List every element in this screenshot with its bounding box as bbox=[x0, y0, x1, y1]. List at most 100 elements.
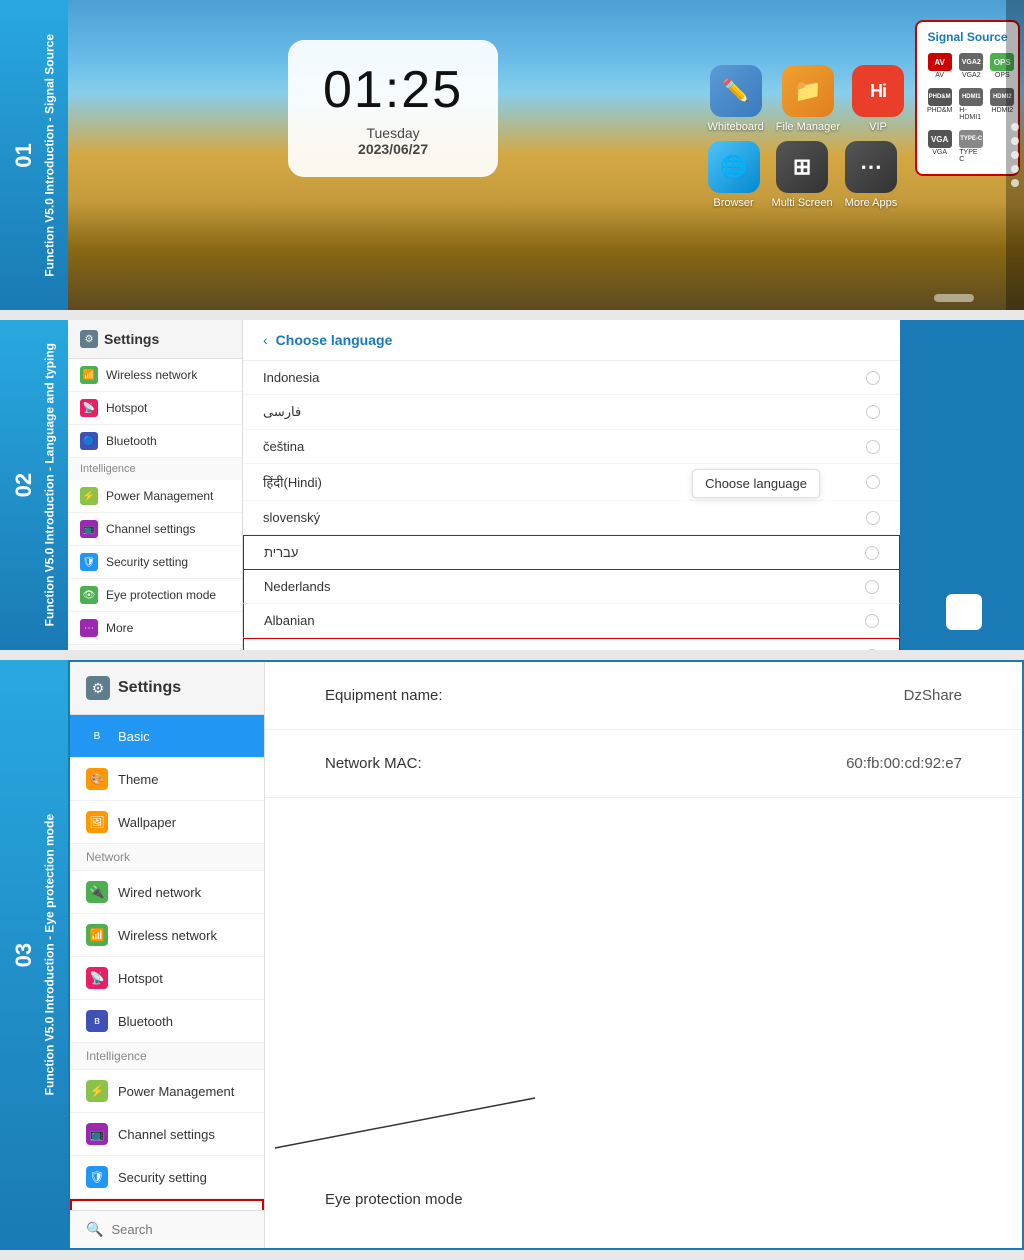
sidebar-theme[interactable]: 🎨 Theme bbox=[70, 758, 264, 801]
callout-area: Eye protection mode bbox=[265, 798, 1022, 1248]
back-arrow-icon[interactable]: ‹ bbox=[263, 332, 268, 348]
language-panel-title: Choose language bbox=[276, 332, 393, 348]
signal-vga2-label: VGA2 bbox=[962, 72, 981, 79]
settings-channel-item[interactable]: 📺 Channel settings bbox=[68, 513, 242, 546]
signal-source-title: Signal Source bbox=[925, 30, 1010, 44]
app-filemanager[interactable]: 📁 File Manager bbox=[776, 65, 840, 133]
section1-label-text: Function V5.0 Introduction - Signal Sour… bbox=[43, 34, 59, 277]
bluetooth-label-3: Bluetooth bbox=[118, 1014, 173, 1029]
settings-wireless-item[interactable]: 📶 Wireless network bbox=[68, 359, 242, 392]
app-moreapps[interactable]: ⋯ More Apps bbox=[845, 141, 898, 209]
security-icon-3: 🛡 bbox=[86, 1166, 108, 1188]
home-screen: 01:25 Tuesday 2023/06/27 ✏️ Whiteboard 📁… bbox=[68, 0, 1024, 310]
sidebar-power[interactable]: ⚡ Power Management bbox=[70, 1070, 264, 1113]
callout-arrow bbox=[265, 1088, 565, 1168]
sidebar-settings-title: Settings bbox=[118, 679, 181, 697]
settings-eye-item[interactable]: 👁 Eye protection mode bbox=[68, 579, 242, 612]
sidebar-wireless[interactable]: 📶 Wireless network bbox=[70, 914, 264, 957]
lang-hindi-label: हिंदी(Hindi) bbox=[263, 473, 322, 491]
sidebar-wired[interactable]: 🔌 Wired network bbox=[70, 871, 264, 914]
signal-av[interactable]: AV AV bbox=[925, 50, 954, 82]
lang-cestina-label: čeština bbox=[263, 439, 304, 454]
signal-hdmi1[interactable]: HDMI1 H-HDMI1 bbox=[957, 85, 985, 124]
lang-dutch[interactable]: Nederlands bbox=[243, 570, 900, 604]
sidebar-header-full: ⚙ Settings bbox=[70, 662, 264, 715]
lang-hebrew[interactable]: עברית bbox=[243, 535, 900, 570]
app-browser[interactable]: 🌐 Browser bbox=[708, 141, 760, 209]
section3-content: ⚙ Settings B Basic 🎨 Theme 🖼 Wallpaper bbox=[68, 660, 1024, 1250]
section2-content: ⚙ Settings 📶 Wireless network 📡 Hotspot … bbox=[68, 320, 1024, 650]
app-whiteboard[interactable]: ✏️ Whiteboard bbox=[708, 65, 764, 133]
moreapps-icon: ⋯ bbox=[845, 141, 897, 193]
app-vip[interactable]: Hi VIP bbox=[852, 65, 904, 133]
section2-tab: 02 Function V5.0 Introduction - Language… bbox=[0, 320, 68, 650]
wired-label: Wired network bbox=[118, 885, 201, 900]
bluetooth-icon-3: ʙ bbox=[86, 1010, 108, 1032]
sidebar-basic[interactable]: B Basic bbox=[70, 715, 264, 758]
signal-typec[interactable]: TYPE-C TYPE C bbox=[957, 127, 985, 166]
settings-more-item[interactable]: ⋯ More bbox=[68, 612, 242, 645]
channel-icon-3: 📺 bbox=[86, 1123, 108, 1145]
sidebar-dot-2 bbox=[1011, 137, 1019, 145]
section1-wrapper: 01 Function V5.0 Introduction - Signal S… bbox=[0, 0, 1024, 310]
settings-bluetooth-item[interactable]: 🔵 Bluetooth bbox=[68, 425, 242, 458]
whiteboard-icon: ✏️ bbox=[710, 65, 762, 117]
signal-phd[interactable]: PHD&M PHD&M bbox=[925, 85, 954, 124]
sidebar-eye-protection[interactable]: 👁 Eye protection mode bbox=[70, 1199, 264, 1210]
sidebar-channel[interactable]: 📺 Channel settings bbox=[70, 1113, 264, 1156]
sidebar-hotspot[interactable]: 📡 Hotspot bbox=[70, 957, 264, 1000]
wireless-icon-3: 📶 bbox=[86, 924, 108, 946]
settings-gear-icon: ⚙ bbox=[80, 330, 98, 348]
settings-screen: ⚙ Settings 📶 Wireless network 📡 Hotspot … bbox=[68, 320, 1024, 650]
scroll-indicator bbox=[934, 294, 974, 302]
lang-turkish[interactable]: Türkçe bbox=[243, 638, 900, 650]
power-icon-3: ⚡ bbox=[86, 1080, 108, 1102]
eye-icon: 👁 bbox=[80, 586, 98, 604]
lang-indonesia[interactable]: Indonesia bbox=[243, 361, 900, 395]
browser-icon: 🌐 bbox=[708, 141, 760, 193]
wallpaper-label: Wallpaper bbox=[118, 815, 176, 830]
signal-hdmi1-label: H-HDMI1 bbox=[959, 107, 983, 121]
sidebar-security[interactable]: 🛡 Security setting bbox=[70, 1156, 264, 1199]
sidebar-search-icon: 🔍 bbox=[86, 1221, 103, 1238]
lang-albanian-label: Albanian bbox=[264, 613, 315, 628]
section1-tab-label: 01 Function V5.0 Introduction - Signal S… bbox=[2, 24, 66, 287]
section2-number: 02 bbox=[10, 473, 39, 497]
wireless-label-3: Wireless network bbox=[118, 928, 217, 943]
channel-label-3: Channel settings bbox=[118, 1127, 215, 1142]
signal-vga-icon: VGA bbox=[928, 130, 952, 148]
vip-icon: Hi bbox=[852, 65, 904, 117]
basic-icon: B bbox=[86, 725, 108, 747]
signal-vga[interactable]: VGA VGA bbox=[925, 127, 954, 166]
moreapps-label: More Apps bbox=[845, 197, 898, 209]
signal-vga2[interactable]: VGA2 VGA2 bbox=[957, 50, 985, 82]
sidebar-search-input[interactable] bbox=[111, 1222, 265, 1237]
wireless-label: Wireless network bbox=[106, 368, 197, 382]
sidebar-wallpaper[interactable]: 🖼 Wallpaper bbox=[70, 801, 264, 844]
security-label: Security setting bbox=[106, 555, 188, 569]
section3-label-text: Function V5.0 Introduction - Eye protect… bbox=[43, 814, 59, 1095]
lang-albanian[interactable]: Albanian bbox=[243, 604, 900, 638]
settings-hotspot-item[interactable]: 📡 Hotspot bbox=[68, 392, 242, 425]
network-mac-row: Network MAC: 60:fb:00:cd:92:e7 bbox=[265, 730, 1022, 798]
whiteboard-label: Whiteboard bbox=[708, 121, 764, 133]
filemanager-icon: 📁 bbox=[782, 65, 834, 117]
signal-av-icon: AV bbox=[928, 53, 952, 71]
wireless-icon: 📶 bbox=[80, 366, 98, 384]
lang-cestina[interactable]: čeština bbox=[243, 430, 900, 464]
section3-wrapper: 03 Function V5.0 Introduction - Eye prot… bbox=[0, 660, 1024, 1250]
hotspot-label: Hotspot bbox=[106, 401, 147, 415]
lang-slovensky[interactable]: slovenský bbox=[243, 501, 900, 535]
sidebar-bluetooth[interactable]: ʙ Bluetooth bbox=[70, 1000, 264, 1043]
sidebar-search-bar: 🔍 bbox=[70, 1210, 264, 1248]
intelligence-section-label-3: Intelligence bbox=[70, 1043, 264, 1070]
app-multiscreen[interactable]: ⊞ Multi Screen bbox=[772, 141, 833, 209]
security-label-3: Security setting bbox=[118, 1170, 207, 1185]
settings-power-item[interactable]: ⚡ Power Management bbox=[68, 480, 242, 513]
settings-security-item[interactable]: 🛡 Security setting bbox=[68, 546, 242, 579]
signal-typec-icon: TYPE-C bbox=[959, 130, 983, 148]
multiscreen-icon: ⊞ bbox=[776, 141, 828, 193]
language-list: Indonesia فارسی čeština हिंदी(Hindi) bbox=[243, 361, 900, 650]
lang-farsi[interactable]: فارسی bbox=[243, 395, 900, 430]
hotspot-icon: 📡 bbox=[80, 399, 98, 417]
